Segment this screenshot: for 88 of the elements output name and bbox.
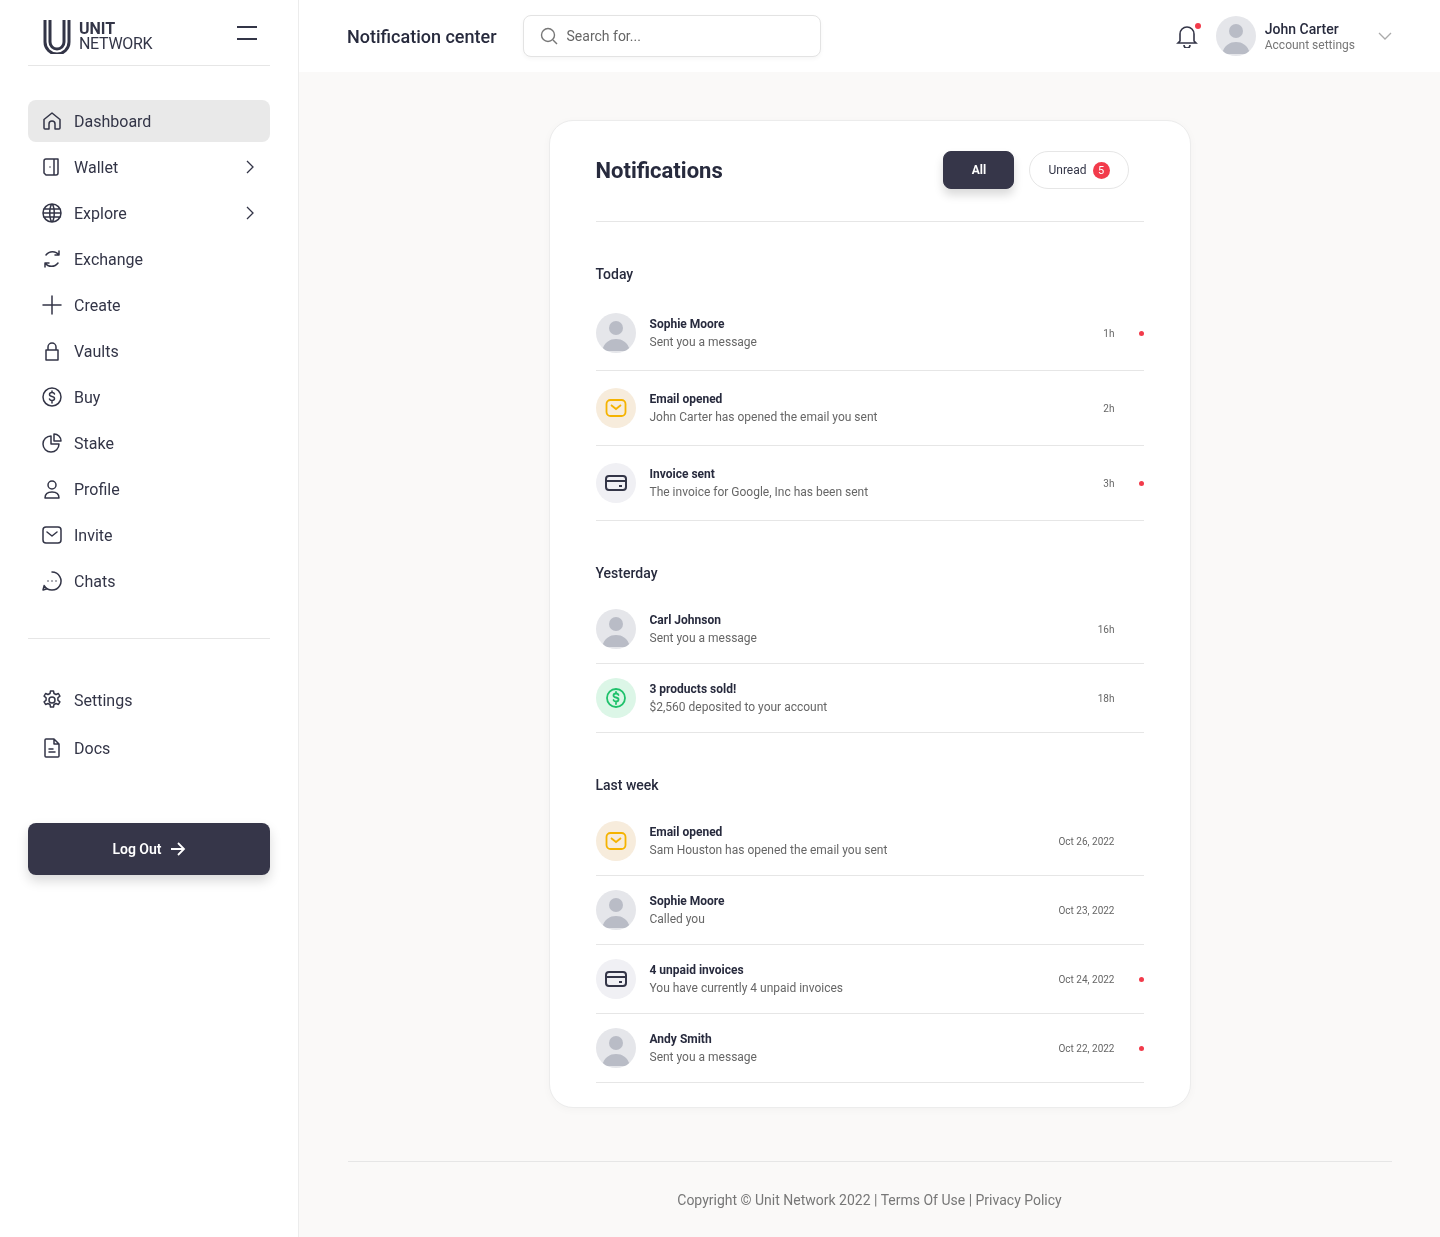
menu-icon[interactable]: [236, 24, 258, 41]
notification-title: Email opened: [649, 392, 724, 406]
notification-title: Email opened: [649, 825, 724, 839]
notification-title: Sophie Moore: [649, 894, 726, 908]
envelope-icon: [40, 523, 64, 547]
notification-title: Invoice sent: [649, 467, 716, 481]
nav-item[interactable]: Create: [28, 284, 270, 326]
avatar: [595, 890, 636, 930]
timestamp: Oct 23, 2022: [1058, 904, 1115, 916]
notification-text: Sent you a message: [649, 335, 758, 349]
notification-title: 4 unpaid invoices: [649, 963, 745, 977]
nav-item[interactable]: Wallet: [28, 146, 270, 188]
timestamp: Oct 26, 2022: [1058, 835, 1115, 847]
group-heading: Yesterday: [595, 565, 659, 581]
notification-title: 3 products sold!: [649, 682, 738, 696]
search-icon: [539, 27, 558, 45]
timestamp: 2h: [1103, 402, 1115, 414]
nav-item[interactable]: Invite: [28, 514, 270, 556]
notification-row[interactable]: Sophie Moore Called you Oct 23, 2022: [595, 876, 1144, 945]
chevron-right-icon: [246, 160, 254, 174]
notification-text: Sam Houston has opened the email you sent: [649, 843, 889, 857]
notification-row[interactable]: Carl Johnson Sent you a message 16h: [595, 595, 1144, 664]
avatar: [595, 1028, 636, 1068]
globe-icon: [40, 201, 64, 225]
envelope-icon: [595, 388, 636, 428]
account-settings-link[interactable]: Account settings: [1264, 37, 1355, 52]
nav-item[interactable]: Chats: [28, 560, 270, 602]
logo-text: NETWORK: [79, 35, 153, 51]
logo-text: UNIT: [79, 20, 116, 36]
timestamp: Oct 24, 2022: [1058, 973, 1115, 985]
bell-icon[interactable]: [1175, 24, 1198, 48]
notification-text: Sent you a message: [649, 1050, 758, 1064]
nav-item[interactable]: Buy: [28, 376, 270, 418]
plus-icon: [40, 293, 64, 317]
notification-row[interactable]: Sophie Moore Sent you a message 1h: [595, 296, 1144, 371]
home-icon: [40, 109, 64, 133]
timestamp: Oct 22, 2022: [1058, 1042, 1115, 1054]
page-title: Notification center: [347, 25, 497, 47]
nav-item[interactable]: Docs: [28, 727, 270, 769]
nav-item[interactable]: Stake: [28, 422, 270, 464]
arrow-right-icon: [169, 842, 186, 856]
chat-icon: [40, 569, 64, 593]
group-heading: Today: [595, 266, 635, 282]
nav-item[interactable]: Settings: [28, 679, 270, 721]
timestamp: 1h: [1103, 327, 1115, 339]
avatar: [1215, 16, 1256, 56]
notification-text: Called you: [649, 912, 706, 926]
nav-item[interactable]: Vaults: [28, 330, 270, 372]
card-title: Notifications: [595, 157, 723, 183]
notification-text: John Carter has opened the email you sent: [649, 410, 879, 424]
footer-text: Copyright © Unit Network 2022 | Terms Of Use | Privacy Policy: [677, 1191, 1062, 1208]
envelope-icon: [595, 821, 636, 861]
timestamp: 16h: [1097, 623, 1115, 635]
pie-chart-icon: [40, 431, 64, 455]
logout-button[interactable]: Log Out: [28, 823, 270, 875]
nav-item[interactable]: Explore: [28, 192, 270, 234]
notification-text: Sent you a message: [649, 631, 758, 645]
filter-tab[interactable]: Unread 5: [1029, 151, 1129, 189]
avatar: [595, 313, 636, 353]
avatar: [595, 609, 636, 649]
credit-card-icon: [595, 463, 636, 503]
count-badge: 5: [1092, 161, 1110, 179]
notification-title: Andy Smith: [649, 1032, 713, 1046]
nav-item[interactable]: Dashboard: [28, 100, 270, 142]
notification-text: $2,560 deposited to your account: [649, 700, 829, 714]
user-name: John Carter: [1264, 20, 1340, 37]
nav-item[interactable]: Profile: [28, 468, 270, 510]
group-heading: Last week: [595, 777, 660, 793]
logo-icon: [42, 17, 72, 54]
timestamp: 3h: [1103, 477, 1115, 489]
notification-text: You have currently 4 unpaid invoices: [649, 981, 845, 995]
timestamp: 18h: [1097, 692, 1115, 704]
chevron-right-icon: [246, 206, 254, 220]
notification-row[interactable]: Email opened Sam Houston has opened the email you sent Oct 26, 2022: [595, 807, 1144, 876]
notification-title: Carl Johnson: [649, 613, 722, 627]
notification-row[interactable]: 4 unpaid invoices You have currently 4 unpaid invoices Oct 24, 2022: [595, 945, 1144, 1014]
nav-item[interactable]: Exchange: [28, 238, 270, 280]
notification-row[interactable]: Andy Smith Sent you a message Oct 22, 2022: [595, 1014, 1144, 1083]
dollar-icon: [40, 385, 64, 409]
credit-card-icon: [595, 959, 636, 999]
notification-row[interactable]: Invoice sent The invoice for Google, Inc has been sent 3h: [595, 446, 1144, 521]
notification-row[interactable]: 3 products sold! $2,560 deposited to your account 18h: [595, 664, 1144, 733]
dollar-icon: [595, 678, 636, 718]
notification-row[interactable]: Email opened John Carter has opened the email you sent 2h: [595, 371, 1144, 446]
notification-title: Sophie Moore: [649, 317, 726, 331]
search-field[interactable]: Search for...: [522, 15, 821, 57]
notification-text: The invoice for Google, Inc has been sent: [649, 485, 870, 499]
filter-tab[interactable]: All: [943, 151, 1015, 189]
